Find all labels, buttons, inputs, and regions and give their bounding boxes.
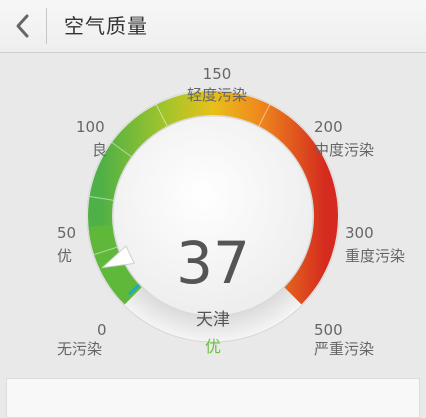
scale-text: 良 (92, 141, 108, 159)
scale-value: 300 (345, 224, 374, 242)
scale-value: 150 (202, 65, 232, 83)
scale-value: 0 (97, 321, 107, 339)
aqi-panel: 37 天津 优 0 无污染 50 优 100 良 150 轻度污染 200 中度… (0, 53, 426, 411)
scale-label-150: 150 轻度污染 (177, 65, 257, 105)
city-name: 天津 (196, 310, 230, 330)
aqi-level: 优 (204, 337, 221, 356)
scale-label-100: 100 良 (76, 118, 107, 160)
header-divider (46, 8, 47, 44)
scale-text: 轻度污染 (186, 86, 247, 104)
scale-label-300: 300 重度污染 (345, 224, 405, 266)
scale-text: 重度污染 (345, 247, 406, 265)
scale-value: 100 (76, 118, 105, 136)
aqi-value: 37 (176, 229, 250, 297)
scale-label-500: 500 严重污染 (314, 321, 374, 359)
scale-label-0: 0 无污染 (57, 321, 107, 359)
scale-value: 50 (57, 224, 77, 242)
scale-text: 无污染 (57, 340, 103, 358)
scale-label-50: 50 优 (57, 224, 76, 266)
chevron-left-icon (16, 14, 29, 38)
page-title: 空气质量 (64, 14, 148, 38)
scale-text: 中度污染 (314, 141, 375, 159)
scale-text: 严重污染 (314, 340, 375, 358)
scale-value: 200 (314, 118, 343, 136)
back-button[interactable] (0, 0, 44, 52)
app-header: 空气质量 (0, 0, 426, 53)
scale-text: 优 (57, 247, 73, 265)
scale-value: 500 (314, 321, 343, 339)
bottom-card (6, 378, 420, 418)
scale-label-200: 200 中度污染 (314, 118, 374, 160)
